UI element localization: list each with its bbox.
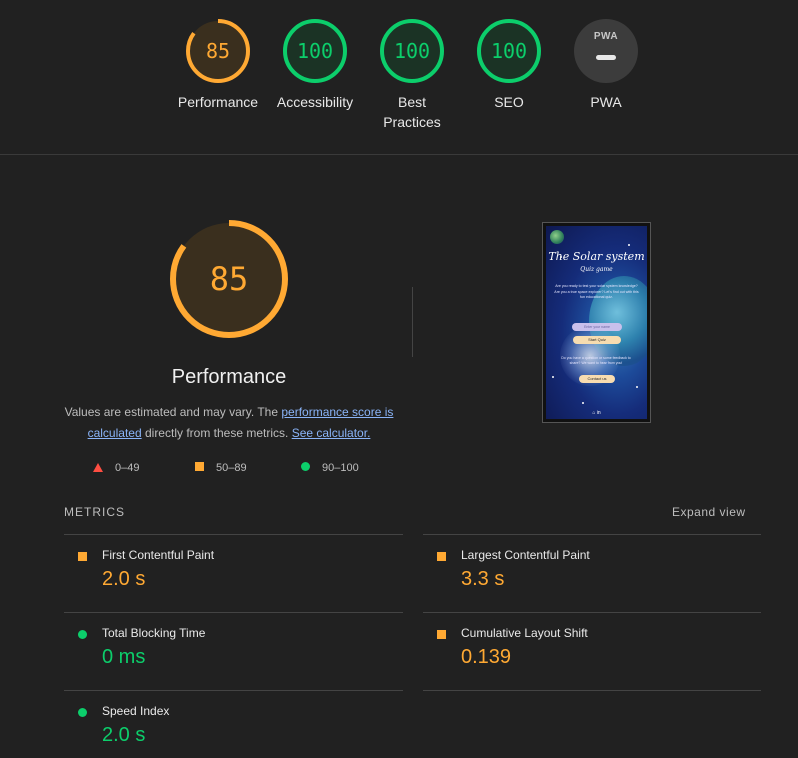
metric-name: Largest Contentful Paint: [461, 548, 590, 562]
average-square-icon: [437, 552, 446, 561]
metric-largest-contentful-paint: Largest Contentful Paint 3.3 s: [423, 534, 723, 594]
gauge-label: Performance: [177, 94, 259, 110]
screenshot-content: The Solar system Quiz game Are you ready…: [546, 226, 647, 419]
performance-description: Values are estimated and may vary. The p…: [60, 402, 398, 444]
calculator-link[interactable]: See calculator.: [292, 426, 371, 440]
metric-first-contentful-paint: First Contentful Paint 2.0 s: [64, 534, 364, 594]
star-icon: [636, 386, 638, 388]
metric-value: 3.3 s: [461, 568, 505, 590]
screenshot-start-button: Start Quiz: [573, 336, 621, 344]
metric-value: 2.0 s: [102, 568, 146, 590]
desc-text: Values are estimated and may vary. The: [64, 405, 282, 419]
desc-text: directly from these metrics.: [141, 426, 292, 440]
gauge-score: 100: [490, 39, 528, 63]
metric-cumulative-layout-shift: Cumulative Layout Shift 0.139: [423, 612, 723, 672]
screenshot-contact-button: Contact us: [579, 375, 615, 383]
screenshot-feedback-text: Do you have a question or some feedback …: [561, 356, 631, 365]
gauge-score: 85: [205, 39, 231, 63]
pass-circle-icon: [78, 630, 87, 639]
screenshot-intro: Are you ready to test your solar system …: [554, 284, 639, 299]
gauge-label: Best Practices: [383, 94, 441, 130]
average-square-icon: [78, 552, 87, 561]
screenshot-footer-icons: ⌂ in: [592, 410, 601, 416]
performance-gauge-large: 85: [168, 218, 290, 340]
gauge-performance[interactable]: 85 Performance: [173, 18, 263, 112]
divider: [412, 287, 413, 357]
performance-title: Performance: [171, 366, 287, 388]
screenshot-name-input: Enter your name: [572, 323, 622, 331]
metric-name: First Contentful Paint: [102, 548, 215, 562]
gauge-score: 100: [393, 39, 431, 63]
performance-score: 85: [209, 260, 249, 298]
gauge-label: PWA: [590, 94, 622, 110]
legend-range: 90–100: [322, 462, 359, 474]
circle-icon: [301, 462, 310, 471]
pass-circle-icon: [78, 708, 87, 717]
square-icon: [195, 462, 204, 471]
gauge-seo[interactable]: 100 SEO: [464, 18, 554, 112]
screenshot-title: The Solar system: [548, 250, 645, 263]
metric-value: 0.139: [461, 646, 512, 668]
screenshot-subtitle: Quiz game: [580, 266, 613, 273]
star-icon: [582, 402, 584, 404]
category-gauges-row: 85 Performance 100 Accessibility 100 Bes…: [0, 0, 798, 155]
page-screenshot-thumbnail[interactable]: The Solar system Quiz game Are you ready…: [542, 222, 651, 423]
metric-name: Cumulative Layout Shift: [461, 626, 588, 640]
star-icon: [552, 376, 554, 378]
gauge-best-practices[interactable]: 100 Best Practices: [367, 18, 457, 132]
metric-speed-index: Speed Index 2.0 s: [64, 690, 364, 750]
gauge-label: SEO: [494, 94, 524, 110]
score-legend: 0–49 50–89 90–100: [0, 459, 460, 477]
average-square-icon: [437, 630, 446, 639]
metric-name: Total Blocking Time: [102, 626, 206, 640]
metrics-heading: METRICS: [64, 505, 125, 519]
star-icon: [628, 244, 630, 246]
metric-value: 2.0 s: [102, 724, 146, 746]
pwa-icon: PWA: [574, 19, 638, 83]
legend-range: 50–89: [216, 462, 247, 474]
legend-fail: 0–49: [93, 459, 139, 477]
legend-average: 50–89: [195, 459, 247, 477]
metric-value: 0 ms: [102, 646, 146, 668]
expand-view-toggle[interactable]: Expand view: [672, 505, 746, 519]
metric-name: Speed Index: [102, 704, 170, 718]
pwa-dash-icon: [596, 55, 616, 60]
gauge-accessibility[interactable]: 100 Accessibility: [270, 18, 360, 112]
divider: [423, 690, 761, 691]
gauge-label: Accessibility: [276, 94, 354, 110]
legend-pass: 90–100: [301, 459, 359, 477]
legend-range: 0–49: [115, 462, 140, 474]
metric-total-blocking-time: Total Blocking Time 0 ms: [64, 612, 364, 672]
gauge-score: 100: [296, 39, 334, 63]
triangle-icon: [93, 463, 103, 472]
pwa-badge: PWA: [593, 31, 619, 42]
gauge-pwa[interactable]: PWA PWA: [561, 18, 651, 112]
earth-icon: [550, 230, 564, 244]
